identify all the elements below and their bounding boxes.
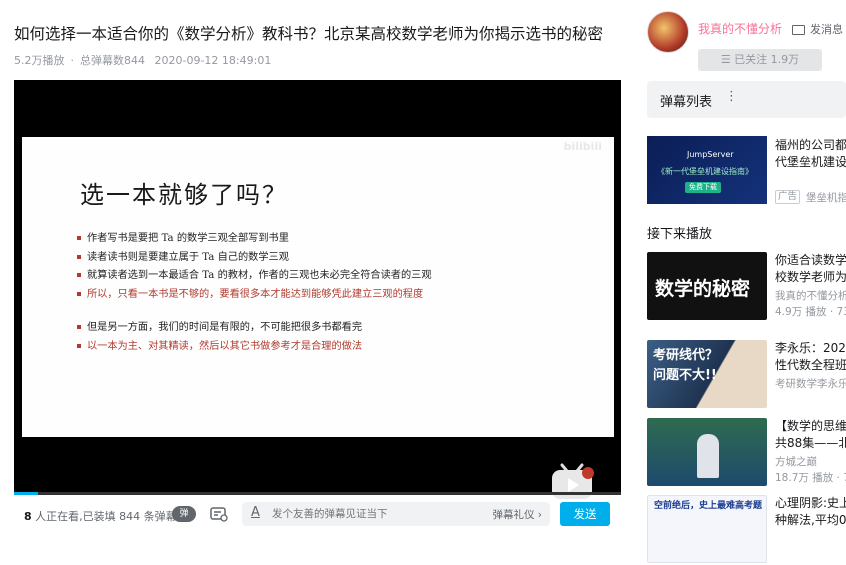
uploader-name[interactable]: 我真的不懂分析: [698, 20, 782, 37]
slide-bullet: 作者写书是要把 Ta 的数学三观全部写到书里: [77, 230, 432, 249]
slide-bullet: 所以，只看一本书是不够的，要看很多本才能达到能够凭此建立三观的程度: [77, 286, 432, 305]
thumbnail-caption: 考研线代？问题不大!!: [653, 348, 719, 383]
thumbnail-caption: 数学的秘密: [655, 278, 751, 300]
recommendation-item[interactable]: 考研线代？问题不大!! 李永乐：2022 性代数全程班 考研数学李永乐: [647, 340, 846, 410]
text-style-icon[interactable]: A: [251, 505, 260, 520]
danmaku-toggle-button[interactable]: 弹: [172, 506, 196, 522]
bullet-dot: [77, 254, 81, 259]
slide-title: 选一本就够了吗？: [80, 181, 288, 209]
recommendation-item[interactable]: 【数学的思维共88集——北 方城之巅 18.7万 播放 · 77: [647, 418, 846, 488]
progress-bar[interactable]: [14, 492, 621, 495]
ad-thumbnail[interactable]: JumpServer 《新一代堡垒机建设指南》 免费下载: [647, 136, 767, 204]
recommendation-thumbnail[interactable]: 考研线代？问题不大!!: [647, 340, 767, 408]
slide-bullets: 作者写书是要把 Ta 的数学三观全部写到书里 读者读书则是要建立属于 Ta 自己…: [77, 230, 432, 356]
video-meta: 5.2万播放 · 总弹幕数844 2020-09-12 18:49:01: [14, 52, 277, 68]
view-count: 5.2万播放: [14, 54, 65, 67]
danmaku-list-label: 弹幕列表: [660, 95, 713, 110]
recommendation-stats: 4.9万 播放 · 735: [775, 306, 846, 318]
recommendation-title[interactable]: 李永乐：2022 性代数全程班: [775, 340, 846, 374]
recommendation-item[interactable]: 数学的秘密 你适合读数学校数学老师为 我真的不懂分析 4.9万 播放 · 735: [647, 252, 846, 322]
thumbnail-caption: 空前绝后，史上最难高考题: [654, 501, 763, 511]
ad-badge: 广告: [775, 190, 801, 204]
publish-date: 2020-09-12 18:49:01: [154, 54, 272, 67]
send-button[interactable]: 发送: [560, 502, 610, 526]
recommendation-thumbnail[interactable]: 数学的秘密: [647, 252, 767, 320]
mail-icon: [792, 25, 805, 35]
slide-bullet: 就算读者选到一本最适合 Ta 的教材，作者的三观也未必完全符合读者的三观: [77, 267, 432, 286]
video-title: 如何选择一本适合你的《数学分析》教科书？北京某高校数学老师为你揭示选书的秘密: [14, 25, 604, 43]
ad-title[interactable]: 福州的公司都 代堡垒机建设: [775, 137, 846, 171]
slide-bullet: 读者读书则是要建立属于 Ta 自己的数学三观: [77, 249, 432, 268]
bullet-dot: [77, 273, 81, 277]
uploader-avatar[interactable]: [647, 11, 689, 53]
up-next-heading: 接下来播放: [647, 227, 713, 242]
recommendation-title[interactable]: 心理阴影:史上 种解法,平均0.: [775, 495, 846, 529]
recommendation-thumbnail[interactable]: 空前绝后，史上最难高考题: [647, 495, 767, 563]
danmaku-input[interactable]: [272, 505, 472, 523]
bilibili-tv-icon: [552, 463, 594, 499]
more-options-icon[interactable]: ⋮: [725, 89, 738, 104]
recommendation-title[interactable]: 你适合读数学 校数学老师为: [775, 252, 846, 286]
viewer-status: 8 人正在看,已装填 844 条弹幕: [24, 510, 177, 523]
ad-source[interactable]: 堡垒机指南: [806, 190, 846, 205]
video-player[interactable]: bilibili 选一本就够了吗？ 作者写书是要把 Ta 的数学三观全部写到书里…: [14, 80, 621, 499]
slide-bullet: 但是另一方面，我们的时间是有限的，不可能把很多书都看完: [77, 319, 432, 338]
danmaku-count: 总弹幕数844: [80, 54, 145, 67]
presenter-figure: [697, 434, 719, 478]
slide-bullet: 以一本为主、对其精读，然后以其它书做参考才是合理的做法: [77, 338, 432, 357]
message-button[interactable]: 发消息: [792, 21, 843, 37]
follow-button[interactable]: ☰ 已关注 1.9万: [698, 49, 822, 71]
bullet-dot: [77, 343, 81, 348]
danmaku-bar: 8 人正在看,已装填 844 条弹幕 弹 A 弹幕礼仪 › 发送: [14, 500, 621, 531]
ad-tagline: 《新一代堡垒机建设指南》: [657, 167, 753, 176]
recommendation-title[interactable]: 【数学的思维 共88集——北: [775, 418, 846, 452]
recommendation-uploader[interactable]: 方城之巅: [775, 454, 817, 469]
recommendation-uploader[interactable]: 我真的不懂分析: [775, 288, 846, 303]
ad-free-download: 免费下载: [685, 182, 721, 193]
danmaku-input-box[interactable]: A 弹幕礼仪 ›: [242, 502, 550, 526]
danmaku-list-header[interactable]: 弹幕列表 ⋮: [647, 81, 846, 118]
bullet-dot: [77, 236, 81, 240]
ad-logo: JumpServer: [687, 150, 734, 159]
danmaku-settings-icon[interactable]: [210, 506, 228, 522]
video-frame-slide: bilibili 选一本就够了吗？ 作者写书是要把 Ta 的数学三观全部写到书里…: [22, 137, 614, 499]
recommendation-stats: 18.7万 播放 · 77: [775, 472, 846, 484]
bullet-dot: [77, 291, 81, 296]
danmaku-etiquette-link[interactable]: 弹幕礼仪 ›: [492, 507, 542, 522]
recommendation-uploader[interactable]: 考研数学李永乐: [775, 376, 846, 391]
bilibili-watermark: bilibili: [563, 140, 602, 153]
recommendation-thumbnail[interactable]: [647, 418, 767, 486]
recommendation-item[interactable]: 空前绝后，史上最难高考题 心理阴影:史上 种解法,平均0.: [647, 495, 846, 565]
progress-fill: [14, 492, 39, 495]
bullet-dot: [77, 325, 81, 329]
meta-separator: ·: [70, 54, 75, 67]
